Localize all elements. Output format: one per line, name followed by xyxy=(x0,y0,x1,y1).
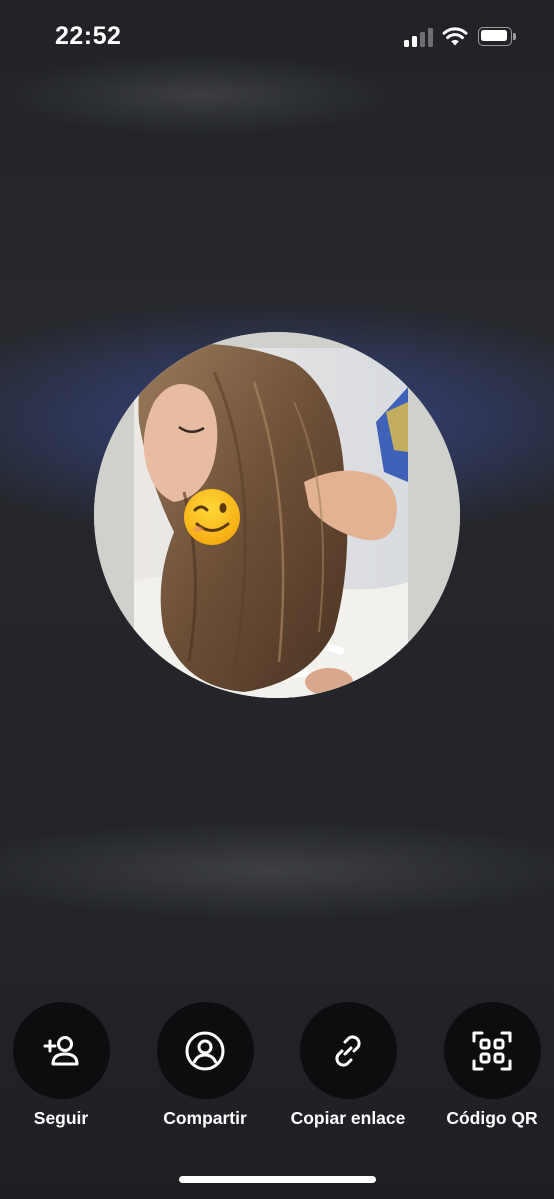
profile-avatar xyxy=(94,332,460,698)
copy-link-circle[interactable] xyxy=(299,1002,397,1099)
qr-code-label: Código QR xyxy=(446,1108,538,1128)
add-user-icon xyxy=(43,1035,79,1065)
share-button[interactable]: Compartir xyxy=(140,1002,270,1129)
qr-code-button[interactable]: Código QR xyxy=(427,1002,554,1129)
follow-button[interactable]: Seguir xyxy=(0,1002,126,1129)
cellular-signal-icon xyxy=(404,27,434,47)
wifi-icon xyxy=(442,27,468,46)
follow-label: Seguir xyxy=(33,1108,89,1128)
link-icon xyxy=(335,1034,361,1067)
status-bar: 22:52 xyxy=(0,0,554,74)
qr-scan-icon xyxy=(472,1031,512,1070)
profile-photo xyxy=(94,332,460,698)
follow-circle[interactable] xyxy=(12,1002,110,1099)
qr-code-circle[interactable] xyxy=(443,1002,541,1099)
status-time: 22:52 xyxy=(55,22,122,50)
home-indicator[interactable] xyxy=(179,1176,376,1183)
share-circle[interactable] xyxy=(156,1002,254,1099)
copy-link-button[interactable]: Copiar enlace xyxy=(283,1002,413,1129)
copy-link-label: Copiar enlace xyxy=(290,1108,406,1128)
winking-emoji xyxy=(184,489,240,545)
user-circle-icon xyxy=(185,1031,225,1070)
battery-icon xyxy=(478,27,516,46)
share-label: Compartir xyxy=(163,1108,247,1128)
